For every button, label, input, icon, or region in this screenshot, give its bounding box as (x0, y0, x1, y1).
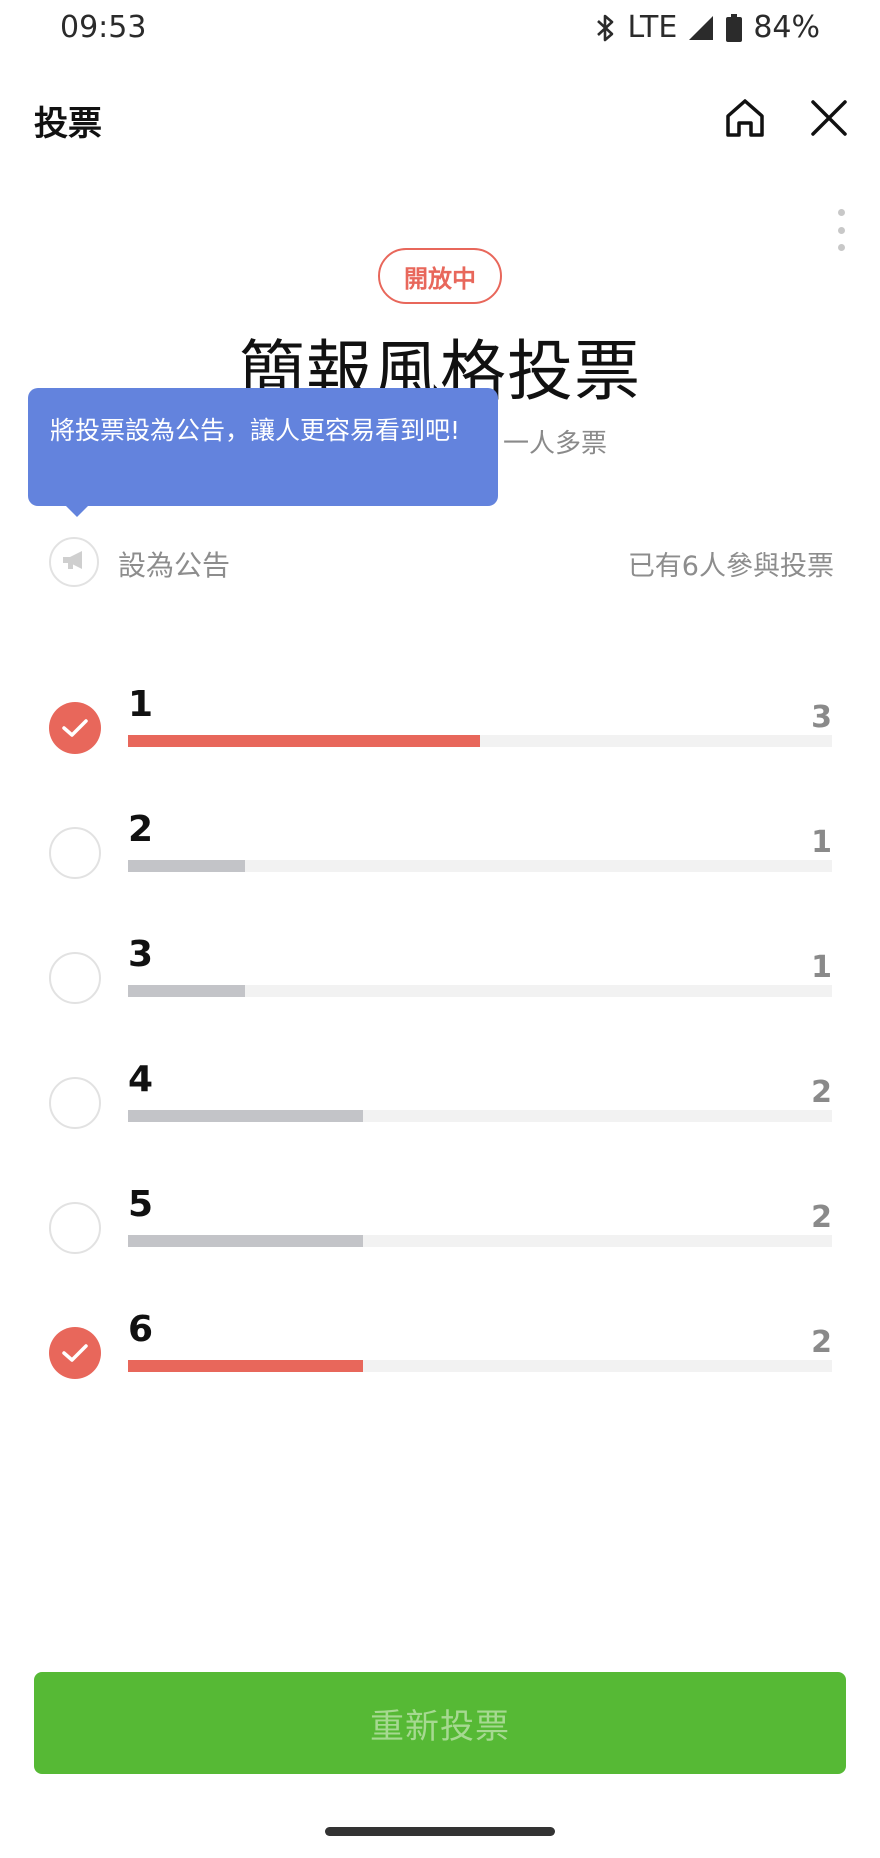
vote-bar-track (128, 985, 832, 997)
option-label: 6 (128, 1309, 154, 1350)
vote-bar-fill (128, 1110, 363, 1122)
status-time: 09:53 (60, 10, 147, 45)
revote-button[interactable]: 重新投票 (34, 1672, 846, 1774)
vote-bar-track (128, 1360, 832, 1372)
page-title: 投票 (34, 104, 102, 144)
option-vote-count[interactable]: 1 (811, 825, 832, 860)
option-checkbox[interactable] (49, 1202, 101, 1254)
option-label: 1 (128, 684, 154, 725)
poll-option[interactable]: 62 (0, 1305, 880, 1415)
poll-option[interactable]: 13 (0, 680, 880, 790)
close-button[interactable] (804, 95, 854, 145)
vote-bar-fill (128, 860, 245, 872)
option-vote-count[interactable]: 2 (811, 1075, 832, 1110)
battery-level: 84% (753, 10, 820, 45)
option-vote-count[interactable]: 2 (811, 1200, 832, 1235)
option-vote-count[interactable]: 2 (811, 1325, 832, 1360)
home-icon (723, 96, 767, 144)
option-label: 3 (128, 934, 154, 975)
vote-bar-fill (128, 1235, 363, 1247)
option-label: 4 (128, 1059, 154, 1100)
tooltip-arrow (64, 504, 90, 517)
option-label: 5 (128, 1184, 154, 1225)
vote-bar-track (128, 860, 832, 872)
poll-option[interactable]: 52 (0, 1180, 880, 1290)
option-checkbox[interactable] (49, 952, 101, 1004)
option-checkbox[interactable] (49, 1077, 101, 1129)
check-icon[interactable] (49, 702, 101, 754)
option-checkbox[interactable] (49, 827, 101, 879)
navigation-handle[interactable] (325, 1827, 555, 1836)
battery-icon (725, 13, 743, 43)
option-label: 2 (128, 809, 154, 850)
vote-bar-track (128, 1110, 832, 1122)
status-badge: 開放中 (378, 248, 502, 304)
home-button[interactable] (720, 95, 770, 145)
signal-icon (687, 14, 715, 42)
poll-meta: 一人多票 (503, 429, 608, 459)
status-icons: LTE 84% (595, 10, 820, 45)
bluetooth-icon (595, 13, 617, 43)
check-icon[interactable] (49, 1327, 101, 1379)
vote-bar-track (128, 1235, 832, 1247)
close-icon (809, 98, 849, 142)
option-vote-count[interactable]: 1 (811, 950, 832, 985)
vote-bar-fill (128, 985, 245, 997)
participants-count[interactable]: 已有6人參與投票 (628, 544, 834, 583)
vote-bar-track (128, 735, 832, 747)
option-vote-count[interactable]: 3 (811, 700, 832, 735)
set-announcement-button[interactable] (49, 537, 99, 587)
more-vertical-icon[interactable] (826, 205, 856, 255)
network-label: LTE (627, 10, 678, 45)
poll-option[interactable]: 42 (0, 1055, 880, 1165)
megaphone-icon (60, 549, 88, 575)
poll-option[interactable]: 21 (0, 805, 880, 915)
vote-bar-fill (128, 735, 480, 747)
vote-bar-fill (128, 1360, 363, 1372)
announcement-label[interactable]: 設為公告 (118, 544, 230, 584)
tooltip: 將投票設為公告，讓人更容易看到吧! (28, 388, 498, 506)
poll-option[interactable]: 31 (0, 930, 880, 1040)
